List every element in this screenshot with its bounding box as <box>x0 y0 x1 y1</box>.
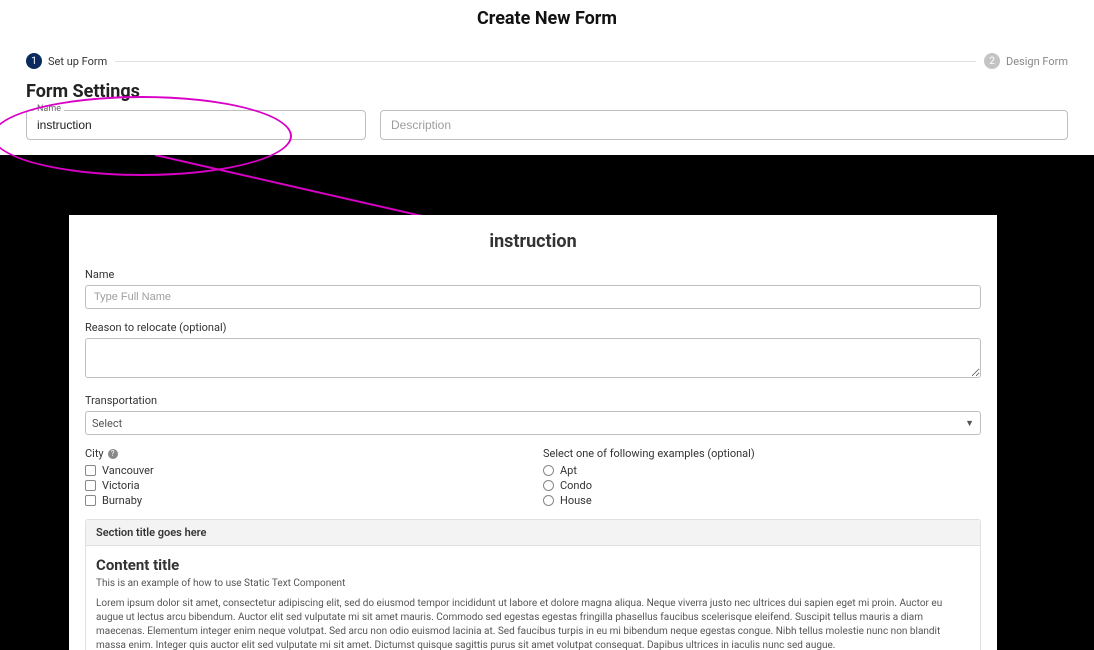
form-settings-heading: Form Settings <box>0 69 1094 110</box>
radio-icon <box>543 495 554 506</box>
form-settings-row: Name <box>0 110 1094 140</box>
checkbox-icon <box>85 495 96 506</box>
preview-examples-label: Select one of following examples (option… <box>543 447 981 460</box>
chevron-down-icon: ▼ <box>965 418 974 429</box>
section-box: Section title goes here Content title Th… <box>85 519 981 650</box>
step-divider <box>115 61 976 62</box>
form-builder-panel: Create New Form 1 Set up Form 2 Design F… <box>0 0 1094 155</box>
preview-city-label: City ? <box>85 447 523 460</box>
preview-form-title: instruction <box>69 231 997 252</box>
preview-transport-label: Transportation <box>85 394 981 407</box>
description-input[interactable] <box>380 110 1068 140</box>
preview-transport-value: Select <box>92 417 122 430</box>
form-preview-panel: instruction Name Reason to relocate (opt… <box>69 215 997 650</box>
section-header: Section title goes here <box>86 520 980 546</box>
content-body: Lorem ipsum dolor sit amet, consectetur … <box>96 597 970 650</box>
preview-name-label: Name <box>85 268 981 281</box>
preview-reason-label: Reason to relocate (optional) <box>85 321 981 334</box>
name-input[interactable] <box>26 110 366 140</box>
step-2-number: 2 <box>984 53 1000 69</box>
step-1-label: Set up Form <box>48 55 107 68</box>
radio-icon <box>543 465 554 476</box>
preview-transport-select[interactable]: Select ▼ <box>85 411 981 435</box>
step-design[interactable]: 2 Design Form <box>984 53 1068 69</box>
checkbox-icon <box>85 480 96 491</box>
radio-icon <box>543 480 554 491</box>
preview-reason-textarea[interactable] <box>85 338 981 378</box>
city-option-burnaby[interactable]: Burnaby <box>85 494 523 507</box>
example-option-house[interactable]: House <box>543 494 981 507</box>
help-icon[interactable]: ? <box>108 449 118 459</box>
checkbox-icon <box>85 465 96 476</box>
name-float-label: Name <box>34 104 64 114</box>
preview-name-input[interactable] <box>85 285 981 309</box>
description-field-wrapper <box>380 110 1068 140</box>
name-field-wrapper: Name <box>26 110 366 140</box>
example-option-condo[interactable]: Condo <box>543 479 981 492</box>
step-2-label: Design Form <box>1006 55 1068 68</box>
city-option-vancouver[interactable]: Vancouver <box>85 464 523 477</box>
city-option-victoria[interactable]: Victoria <box>85 479 523 492</box>
stepper: 1 Set up Form 2 Design Form <box>0 53 1094 69</box>
page-title: Create New Form <box>0 0 1094 29</box>
example-option-apt[interactable]: Apt <box>543 464 981 477</box>
content-title: Content title <box>96 556 970 574</box>
step-setup[interactable]: 1 Set up Form <box>26 53 107 69</box>
content-subtitle: This is an example of how to use Static … <box>96 578 970 589</box>
step-1-number: 1 <box>26 53 42 69</box>
